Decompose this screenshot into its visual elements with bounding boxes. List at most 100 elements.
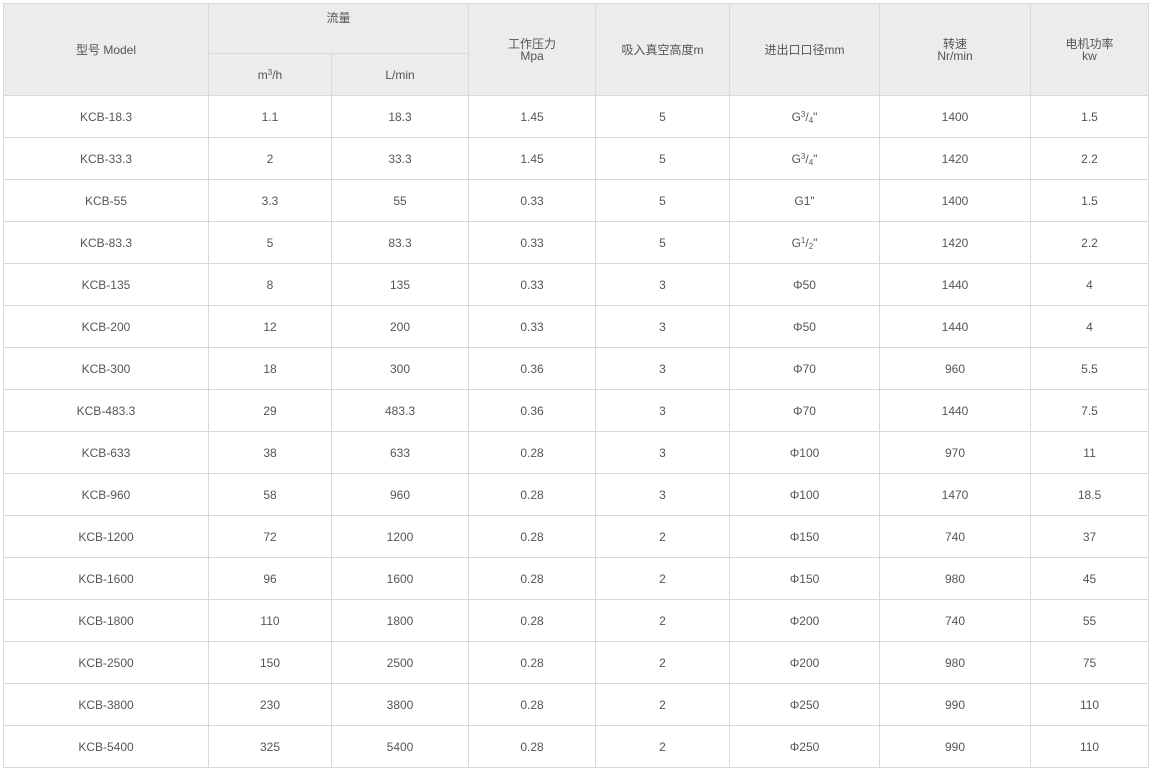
cell-pressure: 0.28 <box>468 431 597 474</box>
header-pressure-line2: Mpa <box>520 48 544 63</box>
table-row: KCB-2500 150 2500 0.28 2 Φ200 980 75 <box>3 641 1150 684</box>
cell-flow-lmin: 3800 <box>330 683 470 726</box>
header-speed: 转速 Nr/min <box>879 3 1032 96</box>
cell-pressure: 1.45 <box>468 95 597 138</box>
cell-speed: 1440 <box>879 389 1032 432</box>
diameter-inch-mark: " <box>813 151 818 166</box>
table-row: KCB-3800 230 3800 0.28 2 Φ250 990 110 <box>3 683 1150 726</box>
table-row: KCB-1600 96 1600 0.28 2 Φ150 980 45 <box>3 557 1150 600</box>
cell-pressure: 1.45 <box>468 137 597 180</box>
cell-vacuum: 5 <box>595 137 731 180</box>
cell-vacuum: 3 <box>595 431 731 474</box>
cell-speed: 990 <box>879 725 1032 768</box>
cell-vacuum: 5 <box>595 221 731 264</box>
cell-speed: 740 <box>879 599 1032 642</box>
cell-speed: 990 <box>879 683 1032 726</box>
cell-flow-lmin: 633 <box>330 431 470 474</box>
diameter-value: Φ70 <box>793 361 816 376</box>
header-diameter-label: 进出口口径mm <box>764 42 845 57</box>
header-power-line1: 电机功率 <box>1065 36 1114 51</box>
cell-speed: 980 <box>879 557 1032 600</box>
header-flow-label: 流量 <box>326 11 351 25</box>
table-row: KCB-200 12 200 0.33 3 Φ50 1440 4 <box>3 305 1150 348</box>
cell-flow-lmin: 483.3 <box>330 389 470 432</box>
cell-diameter: Φ70 <box>729 347 881 390</box>
cell-speed: 1440 <box>879 305 1032 348</box>
cell-speed: 970 <box>879 431 1032 474</box>
cell-flow-m3h: 8 <box>208 263 332 306</box>
table-row: KCB-83.3 5 83.3 0.33 5 G1/2" 1420 2.2 <box>3 221 1150 264</box>
cell-power: 7.5 <box>1030 389 1150 432</box>
cell-speed: 1420 <box>879 137 1032 180</box>
cell-vacuum: 2 <box>595 641 731 684</box>
table-row: KCB-1200 72 1200 0.28 2 Φ150 740 37 <box>3 515 1150 558</box>
cell-vacuum: 5 <box>595 179 731 222</box>
cell-flow-lmin: 55 <box>330 179 470 222</box>
header-power-line2: kw <box>1082 48 1097 63</box>
cell-diameter: Φ200 <box>729 641 881 684</box>
cell-model: KCB-33.3 <box>3 137 209 180</box>
cell-model: KCB-83.3 <box>3 221 209 264</box>
cell-flow-lmin: 83.3 <box>330 221 470 264</box>
diameter-value: Φ100 <box>789 487 820 502</box>
header-pressure: 工作压力 Mpa <box>468 3 597 96</box>
cell-model: KCB-18.3 <box>3 95 209 138</box>
cell-diameter: Φ150 <box>729 557 881 600</box>
cell-flow-lmin: 1800 <box>330 599 470 642</box>
cell-diameter: Φ50 <box>729 305 881 348</box>
cell-speed: 960 <box>879 347 1032 390</box>
diameter-value: Φ250 <box>789 697 820 712</box>
cell-pressure: 0.28 <box>468 599 597 642</box>
table-row: KCB-1800 110 1800 0.28 2 Φ200 740 55 <box>3 599 1150 642</box>
cell-pressure: 0.28 <box>468 557 597 600</box>
diameter-value: G1" <box>794 193 815 208</box>
cell-vacuum: 5 <box>595 95 731 138</box>
header-diameter: 进出口口径mm <box>729 3 881 96</box>
cell-pressure: 0.36 <box>468 347 597 390</box>
table-row: KCB-33.3 2 33.3 1.45 5 G3/4" 1420 2.2 <box>3 137 1150 180</box>
cell-flow-lmin: 2500 <box>330 641 470 684</box>
cell-pressure: 0.28 <box>468 473 597 516</box>
cell-vacuum: 2 <box>595 725 731 768</box>
table-row: KCB-135 8 135 0.33 3 Φ50 1440 4 <box>3 263 1150 306</box>
cell-power: 4 <box>1030 305 1150 348</box>
header-flow-lmin: L/min <box>330 53 470 96</box>
cell-flow-m3h: 1.1 <box>208 95 332 138</box>
cell-diameter: Φ100 <box>729 473 881 516</box>
cell-power: 110 <box>1030 725 1150 768</box>
cell-vacuum: 3 <box>595 263 731 306</box>
cell-flow-m3h: 110 <box>208 599 332 642</box>
diameter-value: Φ150 <box>789 529 820 544</box>
diameter-value: Φ250 <box>789 739 820 754</box>
header-pressure-line1: 工作压力 <box>508 36 557 51</box>
cell-speed: 980 <box>879 641 1032 684</box>
header-flow-m3h-tail: /h <box>272 67 283 82</box>
cell-power: 1.5 <box>1030 95 1150 138</box>
cell-power: 5.5 <box>1030 347 1150 390</box>
cell-diameter: Φ250 <box>729 683 881 726</box>
table-row: KCB-55 3.3 55 0.33 5 G1" 1400 1.5 <box>3 179 1150 222</box>
cell-model: KCB-200 <box>3 305 209 348</box>
cell-vacuum: 3 <box>595 347 731 390</box>
cell-diameter: G1" <box>729 179 881 222</box>
cell-model: KCB-483.3 <box>3 389 209 432</box>
cell-flow-lmin: 960 <box>330 473 470 516</box>
header-model: 型号 Model <box>3 3 209 96</box>
cell-speed: 1440 <box>879 263 1032 306</box>
header-vacuum-label: 吸入真空高度m <box>621 42 704 57</box>
cell-flow-lmin: 200 <box>330 305 470 348</box>
cell-flow-m3h: 29 <box>208 389 332 432</box>
diameter-thread-prefix: G <box>791 235 801 250</box>
cell-flow-m3h: 72 <box>208 515 332 558</box>
cell-power: 1.5 <box>1030 179 1150 222</box>
cell-diameter: G3/4" <box>729 137 881 180</box>
cell-power: 2.2 <box>1030 137 1150 180</box>
table-row: KCB-960 58 960 0.28 3 Φ100 1470 18.5 <box>3 473 1150 516</box>
cell-pressure: 0.28 <box>468 515 597 558</box>
cell-flow-m3h: 5 <box>208 221 332 264</box>
cell-speed: 1400 <box>879 95 1032 138</box>
diameter-inch-mark: " <box>813 235 818 250</box>
cell-speed: 1400 <box>879 179 1032 222</box>
cell-flow-m3h: 96 <box>208 557 332 600</box>
cell-flow-m3h: 150 <box>208 641 332 684</box>
